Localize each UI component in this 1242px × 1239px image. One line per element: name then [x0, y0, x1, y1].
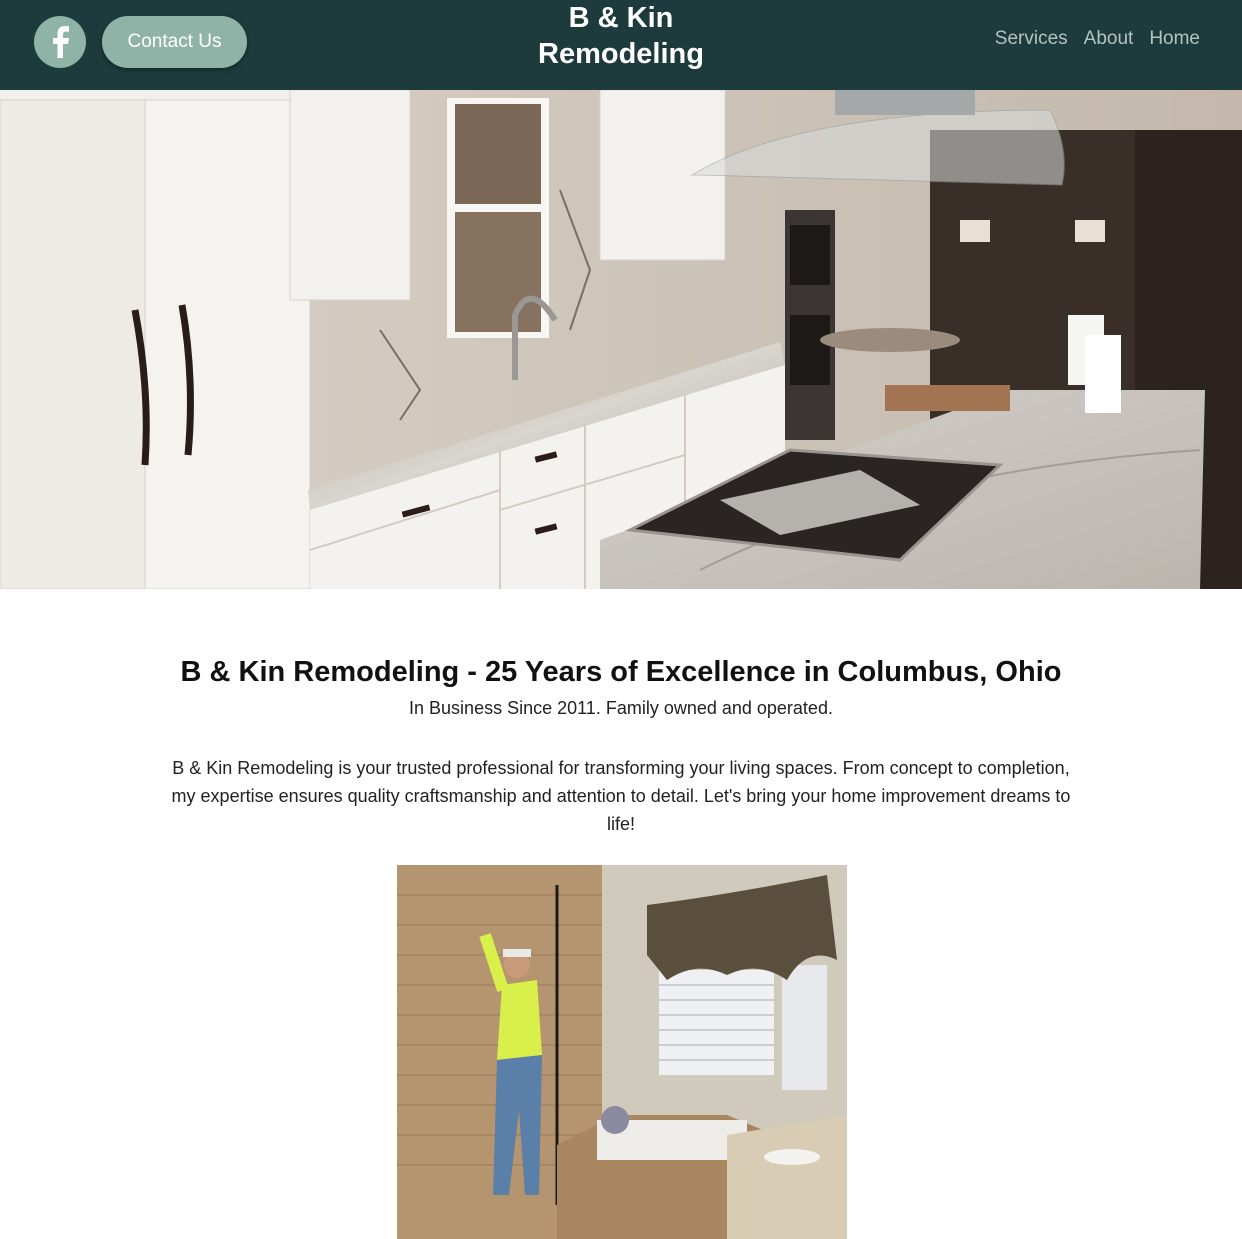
page-title: B & Kin Remodeling - 25 Years of Excelle… — [180, 656, 1062, 688]
brand-logo[interactable]: B & Kin Remodeling — [471, 0, 771, 72]
hero-kitchen-image — [0, 90, 1242, 589]
facebook-icon — [53, 26, 69, 58]
intro-section: B & Kin Remodeling - 25 Years of Excelle… — [0, 654, 1242, 838]
page-subtitle: In Business Since 2011. Family owned and… — [409, 698, 833, 718]
facebook-button[interactable] — [34, 16, 86, 68]
site-header: Contact Us B & Kin Remodeling Services A… — [0, 0, 1242, 90]
nav-services[interactable]: Services — [995, 28, 1068, 50]
contact-us-button[interactable]: Contact Us — [102, 16, 247, 68]
brand-name-line1: B & Kin — [568, 2, 674, 34]
main-nav: Services About Home — [995, 28, 1200, 50]
bathroom-photo — [397, 865, 847, 1239]
intro-paragraph: B & Kin Remodeling is your trusted profe… — [171, 758, 1071, 834]
bathroom-image — [397, 865, 847, 1239]
nav-home[interactable]: Home — [1149, 28, 1200, 50]
nav-about[interactable]: About — [1084, 28, 1134, 50]
kitchen-photo — [0, 90, 1242, 589]
brand-name-line2: Remodeling — [538, 38, 704, 70]
